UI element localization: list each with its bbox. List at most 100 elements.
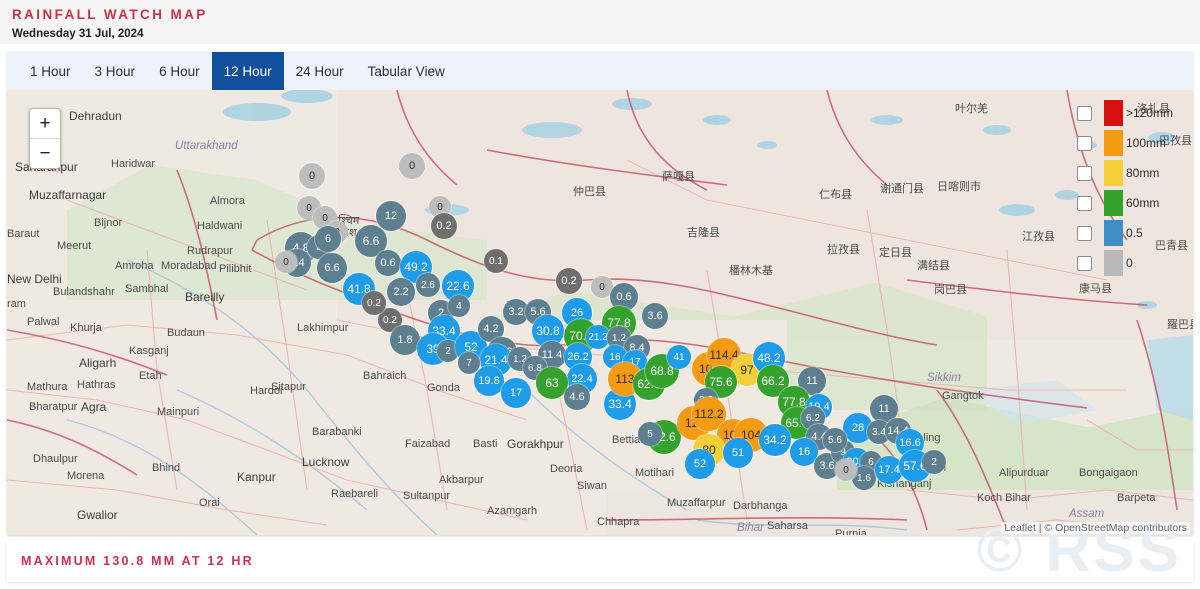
rainfall-watch-page: RAINFALL WATCH MAP Wednesday 31 Jul, 202…: [0, 0, 1200, 589]
map-place-label: Muzaffarnagar: [29, 188, 106, 202]
legend-swatch: [1104, 220, 1123, 246]
rainfall-marker[interactable]: 1.8: [390, 325, 420, 355]
zoom-in-button[interactable]: +: [30, 109, 60, 139]
tab-12-hour[interactable]: 12 Hour: [212, 52, 284, 90]
map-place-label: Gonda: [427, 382, 460, 394]
rainfall-marker[interactable]: 17: [501, 378, 531, 408]
map-place-label: 吉隆县: [687, 224, 720, 240]
legend-checkbox[interactable]: [1077, 256, 1092, 271]
map-place-label: Azamgarh: [487, 505, 537, 517]
rainfall-marker[interactable]: 5.6: [823, 428, 847, 452]
rainfall-marker[interactable]: 12: [376, 201, 406, 231]
legend-label: 60mm: [1126, 196, 1159, 210]
rainfall-marker[interactable]: 51: [723, 438, 753, 468]
rainfall-marker[interactable]: 0.1: [484, 249, 508, 273]
legend-row[interactable]: 60mm: [1077, 188, 1187, 218]
rainfall-marker[interactable]: 6: [315, 226, 341, 252]
map-place-label: Koch Bihar: [977, 492, 1031, 504]
legend-row[interactable]: >120mm: [1077, 98, 1187, 128]
map-place-label: Sikkim: [927, 372, 961, 384]
map-place-label: Gwalior: [77, 508, 118, 522]
legend-row[interactable]: 80mm: [1077, 158, 1187, 188]
legend-row[interactable]: 0.5: [1077, 218, 1187, 248]
legend-checkbox[interactable]: [1077, 166, 1092, 181]
rainfall-marker[interactable]: 2: [922, 450, 946, 474]
map-place-label: Dhaulpur: [33, 453, 78, 465]
rainfall-marker[interactable]: 4.6: [564, 384, 590, 410]
map-place-label: 江孜县: [1022, 228, 1055, 244]
rainfall-marker[interactable]: 0.2: [556, 268, 582, 294]
leaflet-link[interactable]: Leaflet: [1004, 522, 1036, 534]
map-place-label: Siwan: [577, 480, 607, 492]
legend-checkbox[interactable]: [1077, 106, 1092, 121]
rainfall-marker[interactable]: 41: [667, 345, 691, 369]
legend-label: >120mm: [1126, 106, 1173, 120]
map-place-label: Bharatpur: [29, 401, 77, 413]
map-zoom-controls[interactable]: + −: [29, 108, 61, 169]
map-place-label: Purnia: [835, 528, 867, 535]
map-place-label: Pilibhit: [219, 263, 251, 275]
rainfall-marker[interactable]: 0.2: [362, 291, 386, 315]
map-place-label: Bhind: [152, 462, 180, 474]
rainfall-marker[interactable]: 2.2: [387, 278, 415, 306]
zoom-out-button[interactable]: −: [30, 139, 60, 168]
map-place-label: 羅巴县: [1167, 316, 1193, 332]
map-place-label: Basti: [473, 438, 497, 450]
page-title: RAINFALL WATCH MAP: [12, 8, 1188, 23]
rainfall-marker[interactable]: 4: [448, 295, 470, 317]
map-place-label: 满结县: [917, 257, 950, 273]
rainfall-marker[interactable]: 19.8: [474, 366, 504, 396]
legend-label: 80mm: [1126, 166, 1159, 180]
legend-swatch: [1104, 160, 1123, 186]
map-place-label: Alipurduar: [999, 467, 1049, 479]
rainfall-legend[interactable]: >120mm 100mm 80mm 60mm 0.50: [1077, 98, 1187, 278]
map-place-label: Sambhal: [125, 283, 168, 295]
legend-swatch: [1104, 190, 1123, 216]
map-place-label: Morena: [67, 470, 104, 482]
rainfall-marker[interactable]: 0: [399, 153, 425, 179]
legend-checkbox[interactable]: [1077, 226, 1092, 241]
map-place-label: Aligarh: [79, 356, 116, 370]
map-place-label: 橎林木基: [729, 262, 773, 278]
rainfall-marker[interactable]: 7: [458, 352, 480, 374]
rainfall-marker[interactable]: 0: [835, 459, 857, 481]
rainfall-marker[interactable]: 3.6: [642, 303, 668, 329]
map-place-label: Barabanki: [312, 426, 362, 438]
map-place-label: Muzaffarpur: [667, 497, 726, 509]
map-place-label: 康马县: [1079, 280, 1112, 296]
legend-row[interactable]: 100mm: [1077, 128, 1187, 158]
rainfall-marker[interactable]: 6.6: [317, 253, 347, 283]
map-place-label: Moradabad: [161, 260, 217, 272]
rainfall-marker[interactable]: 5: [638, 422, 662, 446]
map-place-label: New Delhi: [7, 272, 62, 286]
legend-checkbox[interactable]: [1077, 136, 1092, 151]
map-place-label: 拉孜县: [827, 241, 860, 257]
rainfall-map[interactable]: DehradunSaharanpurHaridwarUttarakhandMuz…: [7, 90, 1193, 535]
map-place-label: Kasganj: [129, 345, 169, 357]
map-place-label: Motihari: [635, 467, 674, 479]
rainfall-marker[interactable]: 2.6: [416, 273, 440, 297]
map-place-label: Haldwani: [197, 220, 242, 232]
legend-row[interactable]: 0: [1077, 248, 1187, 278]
maximum-footer: MAXIMUM 130.8 MM AT 12 HR: [7, 540, 1193, 582]
rainfall-marker[interactable]: 0: [299, 163, 325, 189]
rainfall-marker[interactable]: 0.2: [431, 213, 457, 239]
tab-3-hour[interactable]: 3 Hour: [83, 52, 148, 90]
tab-6-hour[interactable]: 6 Hour: [147, 52, 212, 90]
osm-link[interactable]: © OpenStreetMap contributors: [1044, 522, 1187, 534]
tab-1-hour[interactable]: 1 Hour: [18, 52, 83, 90]
map-place-label: 岗巴县: [934, 281, 967, 297]
rainfall-marker[interactable]: 52: [685, 449, 715, 479]
tab-tabular-view[interactable]: Tabular View: [356, 52, 457, 90]
rainfall-marker[interactable]: 0.6: [375, 250, 401, 276]
tab-24-hour[interactable]: 24 Hour: [284, 52, 356, 90]
rainfall-marker[interactable]: 0: [275, 251, 297, 273]
map-place-label: Raebareli: [331, 488, 378, 500]
legend-checkbox[interactable]: [1077, 196, 1092, 211]
map-place-label: Orai: [199, 497, 220, 509]
map-place-label: 定日县: [879, 244, 912, 260]
rainfall-marker[interactable]: 34.2: [759, 424, 791, 456]
map-place-label: Khurja: [70, 322, 102, 334]
map-place-label: Deoria: [550, 463, 582, 475]
map-attribution: Leaflet | © OpenStreetMap contributors: [1001, 522, 1190, 534]
